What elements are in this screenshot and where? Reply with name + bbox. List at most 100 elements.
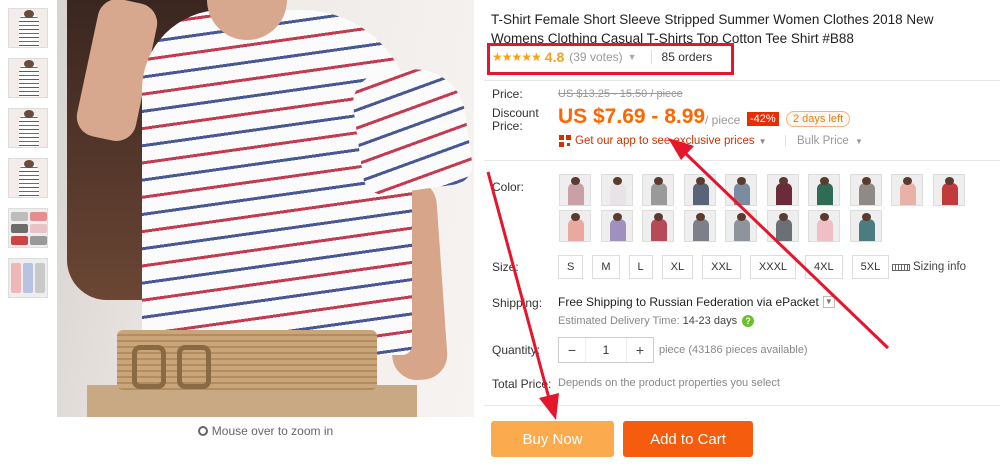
thumbnail-4[interactable] bbox=[8, 158, 48, 198]
quantity-available: piece (43186 pieces available) bbox=[659, 344, 808, 356]
shipping-label: Shipping: bbox=[492, 296, 543, 310]
zoom-hint: Mouse over to zoom in bbox=[57, 424, 474, 438]
thumbnail-strip bbox=[8, 8, 48, 308]
color-swatch[interactable] bbox=[642, 174, 674, 206]
swatch-garment bbox=[609, 183, 626, 205]
help-icon[interactable]: ? bbox=[742, 315, 755, 327]
swatch-head bbox=[695, 213, 705, 221]
swatch-head bbox=[571, 213, 580, 221]
price-label: Price: bbox=[492, 87, 523, 101]
swatch-head bbox=[654, 213, 663, 221]
swatch-head bbox=[820, 177, 829, 185]
discount-label: Discount bbox=[492, 106, 539, 120]
color-swatch[interactable] bbox=[559, 210, 591, 242]
color-swatch[interactable] bbox=[683, 174, 716, 206]
annotation-arrowhead-buy bbox=[539, 393, 559, 420]
swatch-garment bbox=[817, 219, 833, 241]
swatch-head bbox=[571, 177, 580, 185]
size-options: S M L XL XXL XXXL 4XL 5XL bbox=[558, 255, 898, 279]
swatch-head bbox=[861, 177, 871, 185]
delivery-days: 14-23 days bbox=[682, 315, 738, 327]
quantity-input[interactable]: 1 bbox=[585, 338, 627, 362]
color-swatch[interactable] bbox=[932, 174, 965, 206]
swatch-head bbox=[820, 213, 829, 221]
decrement-button[interactable]: − bbox=[559, 342, 585, 358]
discount-price: US $7.69 - 8.99 bbox=[558, 105, 706, 128]
sizing-info-link[interactable]: Sizing info bbox=[892, 261, 966, 273]
thumbnail-1[interactable] bbox=[8, 8, 48, 48]
color-swatch[interactable] bbox=[808, 174, 840, 206]
chevron-down-icon[interactable]: ▼ bbox=[759, 137, 767, 146]
divider bbox=[484, 80, 1000, 81]
swatch-head bbox=[654, 177, 663, 185]
color-swatch[interactable] bbox=[891, 174, 923, 206]
ruler-icon bbox=[892, 263, 910, 271]
discount-label-2: Price: bbox=[492, 119, 523, 133]
divider bbox=[484, 160, 1000, 161]
chevron-down-icon[interactable]: ▼ bbox=[855, 137, 863, 146]
add-to-cart-button[interactable]: Add to Cart bbox=[623, 421, 753, 457]
swatch-head bbox=[737, 177, 746, 185]
swatch-head bbox=[778, 177, 788, 185]
color-swatch[interactable] bbox=[683, 210, 716, 242]
swatch-head bbox=[695, 177, 705, 185]
size-option[interactable]: XXXL bbox=[749, 255, 797, 279]
delivery-time: Estimated Delivery Time: 14-23 days ? bbox=[558, 315, 755, 327]
shipping-selector[interactable]: Free Shipping to Russian Federation via … bbox=[558, 295, 835, 309]
size-option[interactable]: XL bbox=[661, 255, 694, 279]
size-option[interactable]: L bbox=[628, 255, 653, 279]
bulk-price-dropdown[interactable]: | Bulk Price ▼ bbox=[784, 135, 863, 147]
shipping-text[interactable]: Free Shipping to Russian Federation via … bbox=[558, 295, 819, 309]
swatch-garment bbox=[734, 219, 750, 241]
swatch-garment bbox=[775, 219, 792, 241]
color-swatch[interactable] bbox=[849, 174, 882, 206]
qr-code-icon bbox=[559, 135, 571, 147]
thumbnail-6[interactable] bbox=[8, 258, 48, 298]
thumbnail-5[interactable] bbox=[8, 208, 48, 248]
total-price-text: Depends on the product properties you se… bbox=[558, 377, 780, 389]
size-option[interactable]: M bbox=[592, 255, 620, 279]
swatch-head bbox=[903, 177, 912, 185]
size-option[interactable]: XXL bbox=[702, 255, 741, 279]
swatch-head bbox=[612, 177, 622, 185]
swatch-garment bbox=[609, 219, 626, 241]
color-swatch[interactable] bbox=[808, 210, 840, 242]
color-swatch[interactable] bbox=[559, 174, 591, 206]
image-buckle bbox=[177, 345, 211, 389]
bulk-price-label[interactable]: Bulk Price bbox=[797, 135, 849, 147]
color-swatch[interactable] bbox=[600, 174, 633, 206]
product-page: Mouse over to zoom in T-Shirt Female Sho… bbox=[0, 0, 1000, 469]
discount-badge: -42% bbox=[747, 112, 779, 126]
quantity-label: Quantity: bbox=[492, 343, 541, 357]
app-price-link-text[interactable]: Get our app to see exclusive prices bbox=[575, 135, 755, 147]
size-option[interactable]: 4XL bbox=[805, 255, 843, 279]
color-swatch[interactable] bbox=[642, 210, 674, 242]
swatch-garment bbox=[858, 183, 875, 205]
buy-now-button[interactable]: Buy Now bbox=[491, 421, 614, 457]
swatch-head bbox=[944, 177, 954, 185]
increment-button[interactable]: + bbox=[627, 342, 653, 358]
color-swatch[interactable] bbox=[766, 174, 799, 206]
chevron-down-icon[interactable]: ▼ bbox=[822, 296, 835, 308]
thumbnail-3[interactable] bbox=[8, 108, 48, 148]
zoom-hint-text: Mouse over to zoom in bbox=[211, 424, 334, 438]
color-swatch[interactable] bbox=[766, 210, 799, 242]
color-swatch[interactable] bbox=[600, 210, 633, 242]
per-piece: / piece bbox=[705, 113, 741, 127]
color-swatch[interactable] bbox=[725, 174, 757, 206]
color-swatch[interactable] bbox=[849, 210, 882, 242]
thumbnail-2[interactable] bbox=[8, 58, 48, 98]
main-product-image[interactable] bbox=[57, 0, 474, 417]
color-swatch[interactable] bbox=[725, 210, 757, 242]
swatch-garment bbox=[941, 183, 958, 205]
annotation-arrow-buy bbox=[486, 171, 552, 403]
delivery-label: Estimated Delivery Time: bbox=[558, 315, 680, 327]
days-left-badge: 2 days left bbox=[786, 111, 851, 127]
swatch-head bbox=[612, 213, 622, 221]
app-price-link[interactable]: Get our app to see exclusive prices ▼ bbox=[559, 135, 767, 147]
size-option[interactable]: S bbox=[558, 255, 584, 279]
size-option[interactable]: 5XL bbox=[851, 255, 890, 279]
swatch-garment bbox=[568, 219, 584, 241]
swatch-garment bbox=[817, 183, 833, 205]
sizing-info-text[interactable]: Sizing info bbox=[913, 261, 966, 273]
